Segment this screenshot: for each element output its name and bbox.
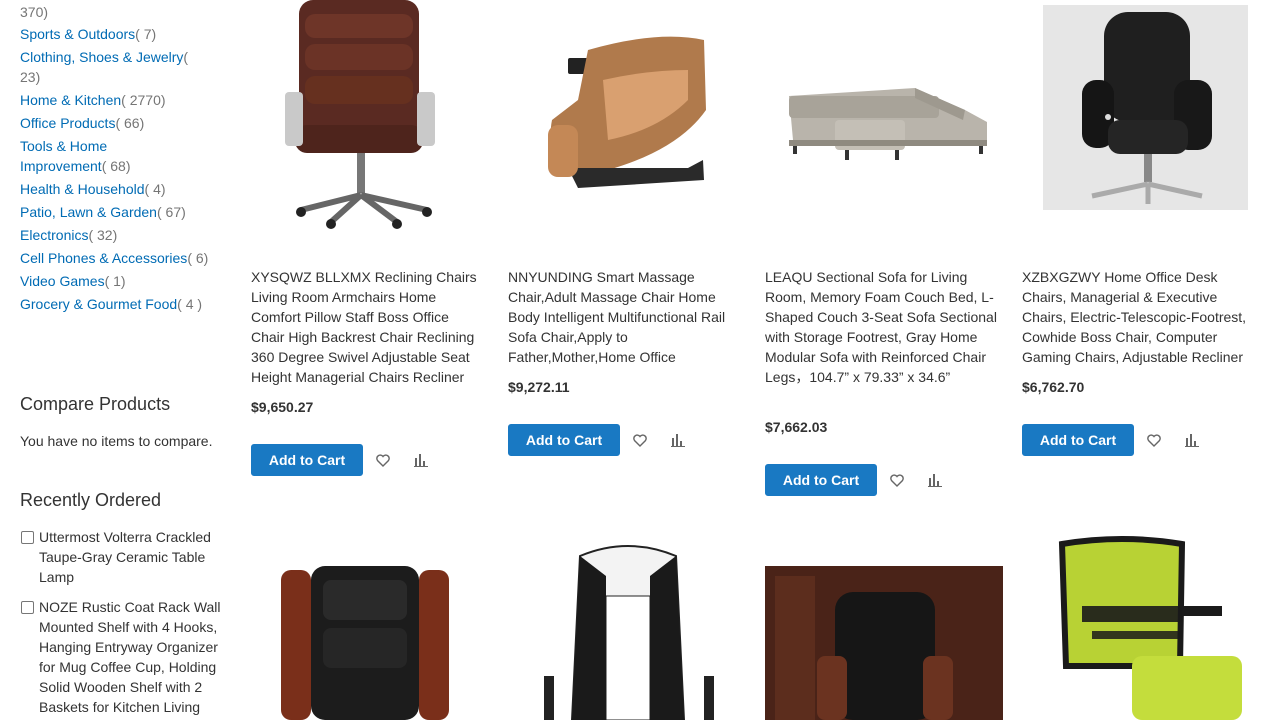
category-link[interactable]: Electronics	[20, 227, 88, 243]
category-link[interactable]: Office Products	[20, 115, 115, 131]
category-count: ( 67)	[156, 204, 186, 220]
product-actions: Add to Cart	[251, 444, 431, 476]
category-item: Video Games( 1)	[20, 271, 210, 291]
product-name[interactable]: NNYUNDING Smart Massage Chair,Adult Mass…	[508, 267, 740, 367]
heart-icon[interactable]	[630, 430, 650, 450]
recently-ordered-item: Uttermost Volterra Crackled Taupe-Gray C…	[20, 527, 232, 587]
product-image[interactable]	[508, 0, 740, 240]
recently-ordered-checkbox[interactable]	[21, 531, 34, 544]
compare-empty-message: You have no items to compare.	[20, 433, 213, 449]
category-link[interactable]: Tools & Home Improvement	[20, 138, 107, 174]
category-item: Electronics( 32)	[20, 225, 210, 245]
product-actions: Add to Cart	[508, 424, 688, 456]
recently-ordered-item-name: NOZE Rustic Coat Rack Wall Mounted Shelf…	[39, 599, 221, 715]
product-image[interactable]	[508, 536, 740, 720]
product-image[interactable]	[251, 536, 483, 720]
recently-ordered-checkbox[interactable]	[21, 601, 34, 614]
category-link[interactable]: Grocery & Gourmet Food	[20, 296, 177, 312]
category-count-partial: 370)	[20, 4, 49, 20]
heart-icon[interactable]	[1144, 430, 1164, 450]
category-link[interactable]: Sports & Outdoors	[20, 26, 135, 42]
category-item: Health & Household( 4)	[20, 179, 210, 199]
heart-icon[interactable]	[887, 470, 907, 490]
add-to-cart-button[interactable]: Add to Cart	[765, 464, 877, 496]
product-image[interactable]	[765, 0, 997, 240]
category-item: Clothing, Shoes & Jewelry( 23)	[20, 47, 210, 87]
category-count: ( 1)	[104, 273, 126, 289]
category-count: ( 4)	[144, 181, 166, 197]
bar-chart-icon[interactable]	[411, 450, 431, 470]
product-image[interactable]	[1022, 536, 1254, 720]
product-image[interactable]	[1022, 0, 1254, 240]
product-actions: Add to Cart	[765, 464, 945, 496]
category-link[interactable]: Clothing, Shoes & Jewelry	[20, 49, 183, 65]
category-item: Cell Phones & Accessories( 6)	[20, 248, 210, 268]
category-item: Office Products( 66)	[20, 113, 210, 133]
category-item: Sports & Outdoors( 7)	[20, 24, 210, 44]
recently-ordered-list: Uttermost Volterra Crackled Taupe-Gray C…	[20, 527, 232, 720]
category-count: ( 6)	[187, 250, 209, 266]
category-link[interactable]: Patio, Lawn & Garden	[20, 204, 157, 220]
category-count: ( 32)	[88, 227, 118, 243]
add-to-cart-button[interactable]: Add to Cart	[251, 444, 363, 476]
category-item: Home & Kitchen( 2770)	[20, 90, 210, 110]
category-count: ( 4 )	[177, 296, 203, 312]
recently-ordered-item-name: Uttermost Volterra Crackled Taupe-Gray C…	[39, 529, 211, 585]
heart-icon[interactable]	[373, 450, 393, 470]
category-item: Patio, Lawn & Garden( 67)	[20, 202, 210, 222]
category-count: ( 2770)	[121, 92, 166, 108]
product-name[interactable]: XYSQWZ BLLXMX Reclining Chairs Living Ro…	[251, 267, 483, 387]
category-link[interactable]: Health & Household	[20, 181, 145, 197]
recently-ordered-title: Recently Ordered	[20, 490, 162, 510]
recently-ordered-item: NOZE Rustic Coat Rack Wall Mounted Shelf…	[20, 597, 232, 717]
category-item: Tools & Home Improvement( 68)	[20, 136, 170, 176]
product-name[interactable]: LEAQU Sectional Sofa for Living Room, Me…	[765, 267, 997, 387]
category-count: ( 7)	[135, 26, 157, 42]
category-link[interactable]: Video Games	[20, 273, 105, 289]
category-link[interactable]: Cell Phones & Accessories	[20, 250, 187, 266]
add-to-cart-button[interactable]: Add to Cart	[508, 424, 620, 456]
bar-chart-icon[interactable]	[668, 430, 688, 450]
product-price: $7,662.03	[765, 419, 828, 435]
category-filter-list: Sports & Outdoors( 7) Clothing, Shoes & …	[20, 24, 210, 317]
category-count: ( 66)	[115, 115, 145, 131]
bar-chart-icon[interactable]	[925, 470, 945, 490]
product-image[interactable]	[765, 536, 1003, 720]
category-count: ( 68)	[101, 158, 131, 174]
product-actions: Add to Cart	[1022, 424, 1202, 456]
category-link[interactable]: Home & Kitchen	[20, 92, 121, 108]
add-to-cart-button[interactable]: Add to Cart	[1022, 424, 1134, 456]
product-image[interactable]	[251, 0, 483, 240]
compare-products-title: Compare Products	[20, 394, 171, 414]
bar-chart-icon[interactable]	[1182, 430, 1202, 450]
product-price: $9,650.27	[251, 399, 314, 415]
category-item: Grocery & Gourmet Food( 4 )	[20, 294, 210, 314]
product-price: $6,762.70	[1022, 379, 1085, 395]
product-name[interactable]: XZBXGZWY Home Office Desk Chairs, Manage…	[1022, 267, 1254, 367]
product-price: $9,272.11	[508, 379, 570, 395]
